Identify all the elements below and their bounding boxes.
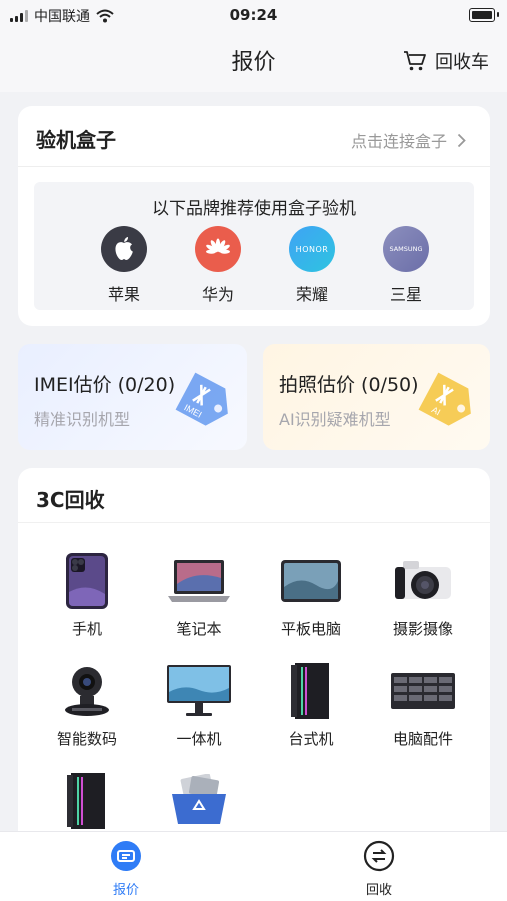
laptop-icon — [168, 560, 230, 602]
connect-box-link[interactable]: 点击连接盒子 — [351, 128, 466, 152]
brand-samsung[interactable]: SAMSUNG 三星 — [382, 226, 430, 305]
category-smart-digital[interactable]: 智能数码 — [32, 660, 142, 749]
cart-icon — [404, 51, 426, 71]
camera-icon — [395, 561, 451, 599]
category-label: 笔记本 — [176, 620, 222, 638]
monitor-icon — [167, 665, 231, 716]
tab-bar: 报价 回收 — [0, 831, 507, 901]
tab-recycle[interactable]: 回收 — [339, 840, 419, 898]
cart-label: 回收车 — [435, 52, 489, 73]
brand-panel: 以下品牌推荐使用盒子验机 苹果 华为 HONOR 荣耀 SAMSUNG 三星 — [34, 182, 474, 310]
brand-apple[interactable]: 苹果 — [100, 226, 148, 305]
huawei-logo-icon — [195, 226, 241, 272]
ai-tag-icon: AI — [418, 372, 471, 426]
tablet-icon — [281, 560, 341, 602]
photo-estimate-title: 拍照估价 (0/50) — [279, 374, 419, 396]
divider — [18, 522, 490, 523]
tab-quote[interactable]: 报价 — [86, 840, 166, 898]
brand-name: 华为 — [201, 285, 234, 304]
apple-logo-icon — [101, 226, 147, 272]
status-bar: 中国联通 09:24 — [0, 0, 507, 30]
exchange-tab-icon — [363, 840, 395, 872]
nav-bar: 报价 回收车 — [0, 30, 507, 92]
category-desktop-2[interactable] — [32, 770, 142, 838]
category-label: 手机 — [71, 620, 102, 638]
status-time: 09:24 — [229, 6, 278, 24]
desktop-tower-icon — [67, 773, 105, 829]
brand-panel-heading: 以下品牌推荐使用盒子验机 — [152, 199, 356, 219]
samsung-logo-icon: SAMSUNG — [383, 226, 429, 272]
divider — [18, 166, 490, 167]
quote-tab-icon — [111, 841, 141, 871]
server-icon — [391, 673, 455, 709]
photo-estimate-card[interactable]: 拍照估价 (0/50) AI识别疑难机型 AI — [263, 344, 490, 450]
category-label: 智能数码 — [56, 730, 117, 748]
imei-estimate-subtitle: 精准识别机型 — [34, 410, 131, 429]
chevron-right-icon — [457, 133, 466, 147]
samsung-logo-text: SAMSUNG — [389, 245, 423, 253]
category-label: 电脑配件 — [392, 730, 453, 748]
category-label: 摄影摄像 — [392, 620, 453, 638]
category-desktop[interactable]: 台式机 — [256, 660, 366, 749]
imei-estimate-card[interactable]: IMEI估价 (0/20) 精准识别机型 IMEI — [18, 344, 247, 450]
category-camera[interactable]: 摄影摄像 — [368, 550, 478, 639]
webcam-icon — [65, 667, 109, 716]
category-laptop[interactable]: 笔记本 — [144, 550, 254, 639]
brand-huawei[interactable]: 华为 — [194, 226, 242, 305]
box-card-title: 验机盒子 — [36, 128, 116, 152]
imei-tag-icon: IMEI — [175, 372, 228, 426]
category-phone[interactable]: 手机 — [32, 550, 142, 639]
brand-name: 荣耀 — [295, 285, 328, 304]
connect-box-label: 点击连接盒子 — [350, 132, 447, 151]
brand-list: 苹果 华为 HONOR 荣耀 SAMSUNG 三星 — [100, 226, 430, 305]
brand-name: 苹果 — [107, 285, 140, 304]
honor-logo-text: HONOR — [295, 244, 329, 254]
category-label: 一体机 — [176, 730, 222, 748]
tab-label: 回收 — [365, 883, 392, 898]
tab-label: 报价 — [112, 883, 139, 898]
category-label: 台式机 — [288, 730, 334, 748]
inspection-box-card: 验机盒子 点击连接盒子 以下品牌推荐使用盒子验机 苹果 华为 HONOR 荣耀 … — [18, 106, 490, 326]
recycle-cart-button[interactable]: 回收车 — [403, 48, 489, 74]
brand-name: 三星 — [389, 285, 422, 304]
recycle-bin-icon — [172, 774, 226, 824]
photo-estimate-subtitle: AI识别疑难机型 — [279, 410, 391, 429]
brand-honor[interactable]: HONOR 荣耀 — [288, 226, 336, 305]
desktop-tower-icon — [291, 663, 329, 719]
category-tablet[interactable]: 平板电脑 — [256, 550, 366, 639]
recycle-card-title: 3C回收 — [36, 488, 105, 512]
battery-icon — [469, 8, 499, 22]
category-recycle-bin[interactable] — [144, 770, 254, 838]
category-label: 平板电脑 — [280, 620, 341, 638]
phone-icon — [66, 553, 108, 609]
imei-estimate-title: IMEI估价 (0/20) — [34, 374, 176, 396]
category-pc-accessories[interactable]: 电脑配件 — [368, 660, 478, 749]
honor-logo-icon: HONOR — [289, 226, 335, 272]
category-all-in-one[interactable]: 一体机 — [144, 660, 254, 749]
recycle-3c-card: 3C回收 手机 笔记本 平板电脑 摄影摄像 智能数码 一体机 台式机 电脑配件 — [18, 468, 490, 848]
